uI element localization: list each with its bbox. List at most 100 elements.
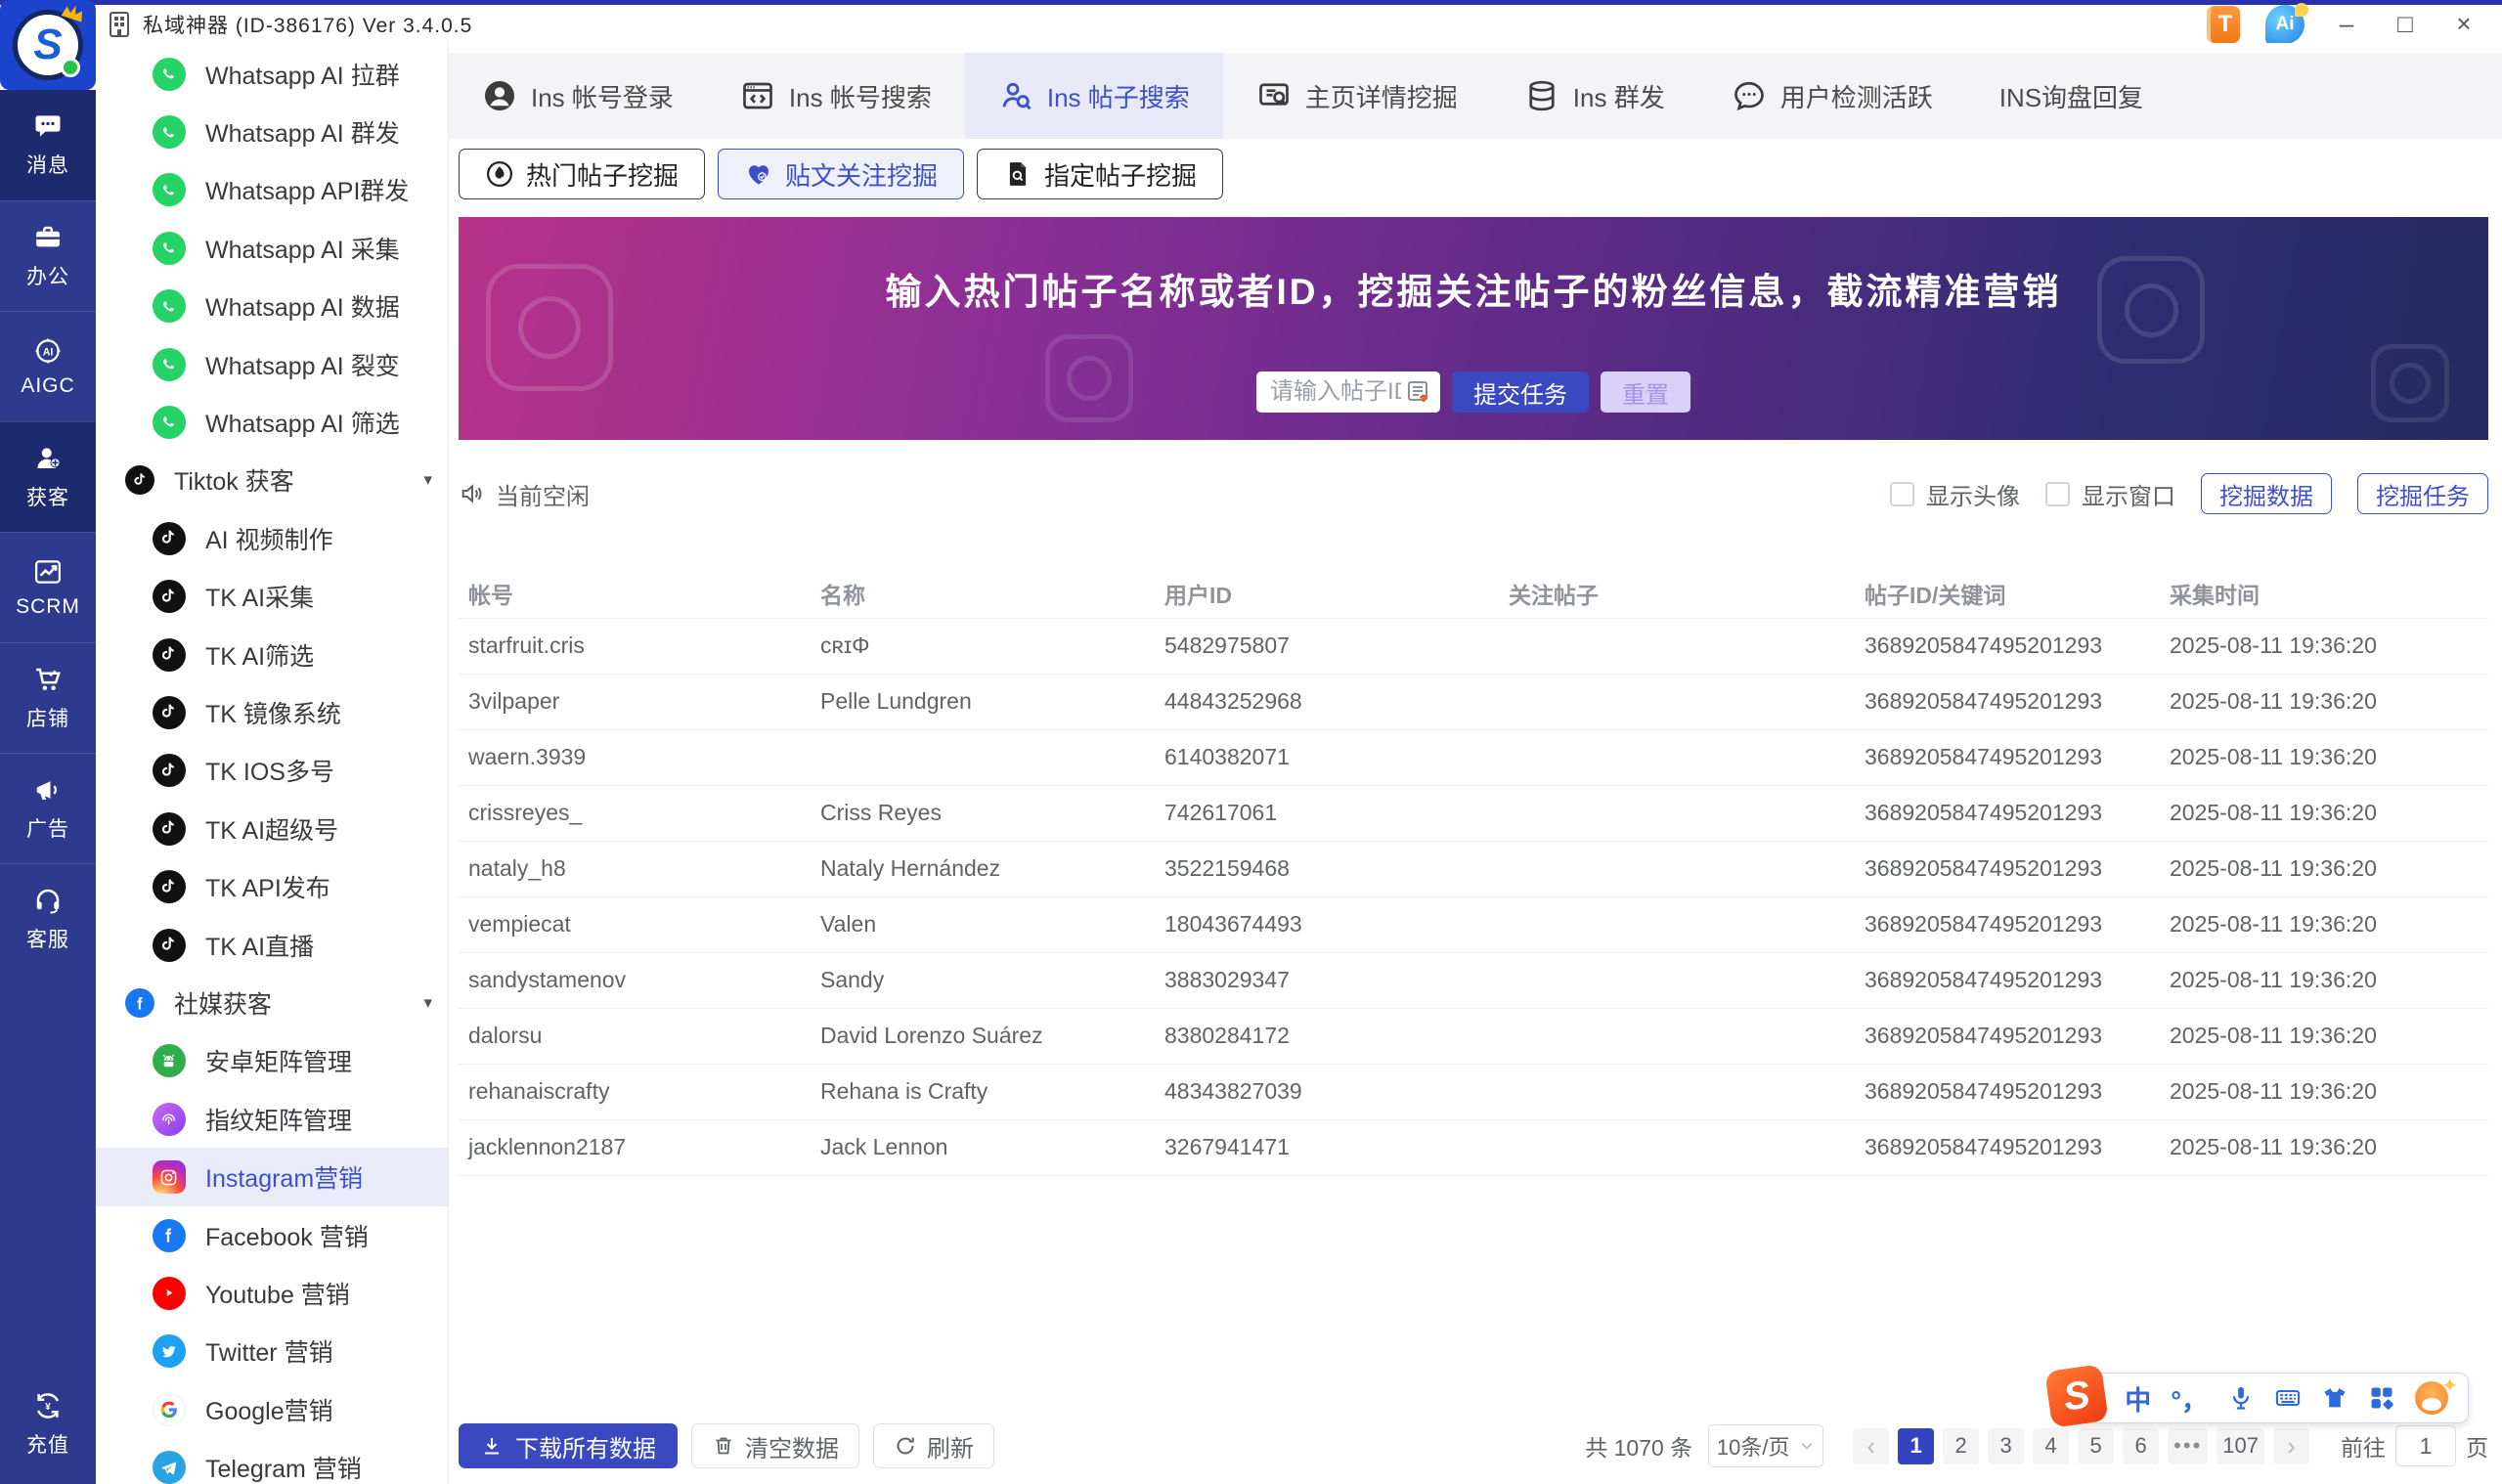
tray-ai-icon[interactable]: Ai: [2265, 2, 2308, 44]
chevron-down-icon[interactable]: ▾: [423, 470, 432, 490]
toolbox-icon[interactable]: [2368, 1384, 2395, 1412]
menu-item-tk-ai-shaixuan[interactable]: TK AI筛选: [96, 626, 448, 683]
table-row[interactable]: 3vilpaper Pelle Lundgren 44843252968 368920…: [459, 674, 2488, 730]
mine-task-button[interactable]: 挖掘任务: [2357, 473, 2488, 514]
menu-item-twitter-marketing[interactable]: Twitter 营销: [96, 1323, 448, 1380]
page-size-select[interactable]: 10条/页: [1708, 1424, 1824, 1467]
table-row[interactable]: sandystamenov Sandy 3883029347 368920584749…: [459, 952, 2488, 1009]
menu-item-tk-ios[interactable]: TK IOS多号: [96, 742, 448, 800]
reset-button[interactable]: 重置: [1601, 371, 1690, 413]
ime-punctuation[interactable]: °，: [2171, 1379, 2208, 1418]
menu-item-whatsapp-api-qunfa[interactable]: Whatsapp API群发: [96, 161, 448, 219]
rail-item-messages[interactable]: 消息: [0, 90, 96, 200]
table-row[interactable]: nataly_h8 Nataly Hernández 3522159468 36892…: [459, 841, 2488, 897]
menu-item-tk-mirror[interactable]: TK 镜像系统: [96, 683, 448, 741]
rail-item-office[interactable]: 办公: [0, 200, 96, 311]
tab-ins-inquiry-reply[interactable]: INS询盘回复: [1966, 53, 2176, 139]
menu-item-android-matrix[interactable]: 安卓矩阵管理: [96, 1032, 448, 1090]
menu-item-whatsapp-ai-caiji[interactable]: Whatsapp AI 采集: [96, 219, 448, 277]
chevron-down-icon[interactable]: ▾: [423, 993, 432, 1013]
next-page-button[interactable]: ›: [2273, 1427, 2309, 1464]
menu-item-whatsapp-ai-laqun[interactable]: Whatsapp AI 拉群: [96, 45, 448, 103]
page-button[interactable]: 3: [1988, 1427, 2025, 1464]
menu-item-tk-super[interactable]: TK AI超级号: [96, 800, 448, 857]
rail-item-recharge[interactable]: ¥ 充值: [0, 1370, 96, 1480]
menu-group-social[interactable]: 社媒获客 ▾: [96, 974, 448, 1031]
show-avatar-checkbox[interactable]: [1890, 481, 1914, 506]
pagination: ‹ 1 2 3 4 5 6 ••• 107 ›: [1853, 1427, 2309, 1464]
whatsapp-icon: [153, 173, 186, 207]
rail-item-aigc[interactable]: AI AIGC: [0, 311, 96, 421]
tab-ins-post-search[interactable]: Ins 帖子搜索: [964, 53, 1223, 139]
menu-item-whatsapp-ai-shuju[interactable]: Whatsapp AI 数据: [96, 278, 448, 335]
menu-item-whatsapp-ai-shaixuan[interactable]: Whatsapp AI 筛选: [96, 393, 448, 451]
more-pages-button[interactable]: •••: [2168, 1427, 2209, 1464]
col-collect-time: 采集时间: [2160, 569, 2488, 619]
rail-item-ads[interactable]: 广告: [0, 753, 96, 863]
page-button[interactable]: 2: [1943, 1427, 1980, 1464]
col-user-id: 用户ID: [1155, 569, 1499, 619]
show-avatar-option[interactable]: 显示头像: [1890, 477, 2020, 511]
rail-item-leads[interactable]: 获客: [0, 421, 96, 532]
fingerprint-icon: [153, 1102, 186, 1136]
menu-item-tk-api[interactable]: TK API发布: [96, 857, 448, 915]
minimize-button[interactable]: –: [2330, 9, 2363, 39]
sogou-logo[interactable]: S: [2044, 1364, 2109, 1428]
menu-item-fingerprint-matrix[interactable]: 指纹矩阵管理: [96, 1090, 448, 1148]
page-button[interactable]: 6: [2123, 1427, 2160, 1464]
rail-item-shop[interactable]: 店铺: [0, 642, 96, 753]
table-row[interactable]: crissreyes_ Criss Reyes 742617061 368920584…: [459, 785, 2488, 842]
table-row[interactable]: waern.3939 6140382071 3689205847495201293 2…: [459, 729, 2488, 786]
subtab-specified-post-mining[interactable]: 指定帖子挖掘: [977, 149, 1224, 199]
table-row[interactable]: vempiecat Valen 18043674493 368920584749520…: [459, 896, 2488, 953]
tab-homepage-detail-mining[interactable]: 主页详情挖掘: [1223, 53, 1491, 139]
person-icon: [37, 447, 61, 468]
clear-data-button[interactable]: 清空数据: [691, 1423, 859, 1468]
paste-icon[interactable]: [1405, 378, 1432, 406]
maximize-button[interactable]: □: [2389, 9, 2422, 39]
tab-ins-account-search[interactable]: Ins 帐号搜索: [707, 53, 965, 139]
menu-item-google-marketing[interactable]: Google营销: [96, 1380, 448, 1438]
microphone-icon[interactable]: [2227, 1384, 2255, 1412]
close-button[interactable]: ×: [2447, 9, 2480, 39]
tab-ins-bulk-send[interactable]: Ins 群发: [1491, 53, 1698, 139]
menu-item-whatsapp-ai-liebian[interactable]: Whatsapp AI 裂变: [96, 335, 448, 393]
refresh-button[interactable]: 刷新: [873, 1423, 994, 1468]
ime-mode-chinese[interactable]: 中: [2125, 1379, 2151, 1418]
rail-item-scrm[interactable]: SCRM: [0, 532, 96, 642]
goto-page-input[interactable]: [2395, 1425, 2456, 1466]
menu-item-youtube-marketing[interactable]: Youtube 营销: [96, 1264, 448, 1322]
android-icon: [153, 1044, 186, 1078]
menu-item-telegram-marketing[interactable]: Telegram 营销: [96, 1438, 448, 1484]
rail-item-service[interactable]: 客服: [0, 863, 96, 974]
show-window-option[interactable]: 显示窗口: [2045, 477, 2175, 511]
page-button[interactable]: 1: [1898, 1427, 1935, 1464]
menu-item-instagram-marketing[interactable]: Instagram营销: [96, 1148, 448, 1206]
table-row[interactable]: dalorsu David Lorenzo Suárez 8380284172 368…: [459, 1008, 2488, 1065]
table-row[interactable]: rehanaiscrafty Rehana is Crafty 4834382703…: [459, 1064, 2488, 1120]
tab-ins-account-login[interactable]: Ins 帐号登录: [449, 53, 707, 139]
subtab-post-follow-mining[interactable]: 贴文关注挖掘: [718, 149, 965, 199]
menu-item-whatsapp-ai-qunfa[interactable]: Whatsapp AI 群发: [96, 103, 448, 160]
download-all-button[interactable]: 下载所有数据: [459, 1423, 678, 1468]
mine-data-button[interactable]: 挖掘数据: [2201, 473, 2332, 514]
skin-icon[interactable]: [2321, 1384, 2348, 1412]
page-button[interactable]: 5: [2078, 1427, 2115, 1464]
keyboard-icon[interactable]: [2274, 1384, 2302, 1412]
last-page-button[interactable]: 107: [2217, 1427, 2264, 1464]
fox-icon[interactable]: ✦: [2415, 1375, 2458, 1415]
menu-item-tk-ai-caiji[interactable]: TK AI采集: [96, 568, 448, 626]
submit-task-button[interactable]: 提交任务: [1452, 371, 1589, 413]
page-button[interactable]: 4: [2033, 1427, 2070, 1464]
menu-item-facebook-marketing[interactable]: Facebook 营销: [96, 1206, 448, 1264]
menu-item-ai-video[interactable]: AI 视频制作: [96, 509, 448, 567]
tray-tool-icon[interactable]: T: [2207, 5, 2240, 43]
menu-group-tiktok[interactable]: Tiktok 获客 ▾: [96, 452, 448, 509]
prev-page-button[interactable]: ‹: [1853, 1427, 1890, 1464]
menu-item-tk-live[interactable]: TK AI直播: [96, 916, 448, 974]
subtab-hot-post-mining[interactable]: 热门帖子挖掘: [459, 149, 706, 199]
table-row[interactable]: jacklennon2187 Jack Lennon 3267941471 36892…: [459, 1119, 2488, 1176]
show-window-checkbox[interactable]: [2045, 481, 2070, 506]
table-row[interactable]: starfruit.cris ᴄʀɪΦ 5482975807 368920584749…: [459, 618, 2488, 675]
tab-user-activity-check[interactable]: 用户检测活跃: [1698, 53, 1966, 139]
